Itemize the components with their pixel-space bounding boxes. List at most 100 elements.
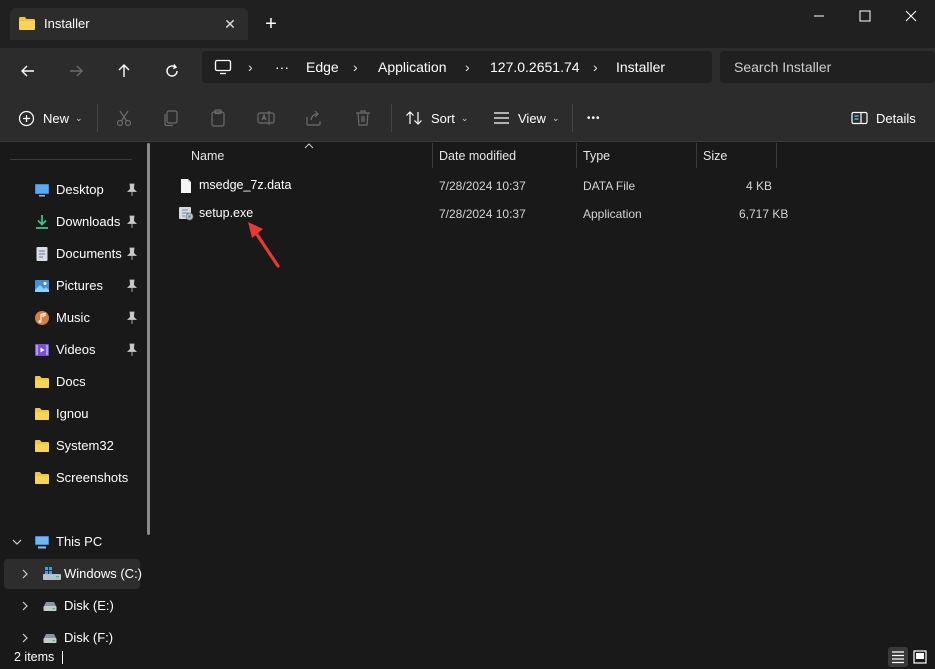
status-separator <box>62 651 63 664</box>
tab-installer[interactable]: Installer ✕ <box>10 8 248 40</box>
maximize-icon <box>859 10 871 22</box>
setup-exe-icon <box>179 207 194 221</box>
share-icon[interactable] <box>304 108 324 128</box>
search-input[interactable]: Search Installer <box>720 51 935 83</box>
refresh-button[interactable] <box>157 56 187 86</box>
view-button[interactable]: View ⌄ <box>493 106 560 130</box>
rename-icon[interactable] <box>256 108 276 128</box>
sidebar-item-label: Windows (C:) <box>64 566 143 581</box>
breadcrumb-separator: › <box>465 59 470 75</box>
sidebar-item-label: Disk (E:) <box>64 598 114 613</box>
toolbar-divider <box>572 104 573 132</box>
details-button[interactable]: Details <box>851 106 916 130</box>
forward-button[interactable] <box>61 56 91 86</box>
sidebar-item-label: This PC <box>56 534 103 549</box>
plus-circle-icon <box>18 110 35 126</box>
music-icon <box>35 311 49 325</box>
breadcrumb-installer[interactable]: Installer <box>616 59 665 75</box>
pin-icon <box>127 215 137 228</box>
chevron-down-icon[interactable] <box>12 536 22 548</box>
sidebar-item-label: Documents <box>56 246 122 261</box>
column-header-label: Date modified <box>439 149 517 163</box>
sort-button[interactable]: Sort ⌄ <box>405 106 468 130</box>
new-tab-button[interactable]: + <box>260 14 282 36</box>
sidebar-item-ignou[interactable]: Ignou <box>0 399 140 429</box>
close-icon <box>905 10 917 22</box>
maximize-button[interactable] <box>842 4 888 28</box>
file-row[interactable]: msedge_7z.data 7/28/2024 10:37 DATA File… <box>174 172 774 200</box>
sidebar-item-label: System32 <box>56 438 114 453</box>
chevron-right-icon[interactable] <box>20 568 30 580</box>
cut-icon[interactable] <box>114 108 134 128</box>
column-header-size[interactable]: Size <box>697 143 777 168</box>
breadcrumb-overflow[interactable]: ··· <box>275 59 289 75</box>
folder-icon <box>19 17 35 30</box>
paste-icon[interactable] <box>208 108 228 128</box>
sidebar-item-downloads[interactable]: Downloads <box>0 207 140 237</box>
pin-icon <box>127 247 137 260</box>
pin-icon <box>127 343 137 356</box>
file-name: setup.exe <box>199 206 254 220</box>
sidebar-scrollbar[interactable] <box>147 143 150 535</box>
sort-icon <box>406 111 422 125</box>
navigation-pane: Desktop Downloads Documents Pictures Mus… <box>0 143 158 646</box>
status-bar: 2 items <box>0 646 935 669</box>
file-size: 4 KB <box>746 179 773 193</box>
file-name: msedge_7z.data <box>199 178 292 192</box>
more-options-button[interactable]: ••• <box>587 106 601 130</box>
file-type: Application <box>583 207 642 221</box>
file-list: Name Date modified Type Size msedge_7z.d… <box>160 143 935 646</box>
search-placeholder: Search Installer <box>734 59 832 75</box>
chevron-down-icon: ⌄ <box>460 112 469 123</box>
forward-arrow-icon <box>70 65 83 77</box>
chevron-right-icon[interactable] <box>20 600 30 612</box>
folder-icon <box>35 440 49 452</box>
column-header-type[interactable]: Type <box>577 143 697 168</box>
chevron-down-icon: ⌄ <box>551 112 560 123</box>
new-button[interactable]: New ⌄ <box>18 106 83 130</box>
sidebar-item-videos[interactable]: Videos <box>0 335 140 365</box>
sidebar-item-desktop[interactable]: Desktop <box>0 175 140 205</box>
navigation-bar: › ··· Edge › Application › 127.0.2651.74… <box>0 48 935 94</box>
sidebar-item-pictures[interactable]: Pictures <box>0 271 140 301</box>
close-window-button[interactable] <box>888 4 934 28</box>
column-header-date[interactable]: Date modified <box>433 143 577 168</box>
back-button[interactable] <box>13 56 43 86</box>
file-date: 7/28/2024 10:37 <box>439 207 526 221</box>
sidebar-item-label: Pictures <box>56 278 103 293</box>
copy-icon[interactable] <box>161 108 181 128</box>
breadcrumb-version[interactable]: 127.0.2651.74 <box>490 59 580 75</box>
chevron-right-icon[interactable] <box>20 632 30 644</box>
chevron-down-icon: ⌄ <box>75 112 83 123</box>
sidebar-item-this-pc[interactable]: This PC <box>0 527 140 557</box>
column-header-name[interactable]: Name <box>185 143 433 168</box>
this-pc-icon <box>35 536 49 549</box>
sidebar-item-music[interactable]: Music <box>0 303 140 333</box>
sidebar-item-documents[interactable]: Documents <box>0 239 140 269</box>
tiles-view-button[interactable] <box>910 647 930 667</box>
drive-icon <box>43 634 57 643</box>
breadcrumb-edge[interactable]: Edge <box>306 59 339 75</box>
refresh-icon <box>166 64 178 77</box>
sidebar-item-windows-c[interactable]: Windows (C:) <box>4 559 143 589</box>
up-button[interactable] <box>109 56 139 86</box>
minimize-button[interactable] <box>796 4 842 28</box>
up-arrow-icon <box>118 64 130 77</box>
sidebar-item-label: Videos <box>56 342 96 357</box>
sidebar-item-screenshots[interactable]: Screenshots <box>0 463 140 493</box>
sidebar-item-docs[interactable]: Docs <box>0 367 140 397</box>
sidebar-item-disk-e[interactable]: Disk (E:) <box>0 591 140 621</box>
back-arrow-icon <box>21 65 34 77</box>
toolbar-divider <box>97 104 98 132</box>
sidebar-item-label: Screenshots <box>56 470 129 485</box>
sidebar-item-system32[interactable]: System32 <box>0 431 140 461</box>
tab-title: Installer <box>44 16 90 31</box>
delete-icon[interactable] <box>353 108 373 128</box>
sidebar-item-label: Ignou <box>56 406 89 421</box>
details-label: Details <box>876 110 916 126</box>
address-bar[interactable]: › ··· Edge › Application › 127.0.2651.74… <box>202 51 712 83</box>
folder-icon <box>35 376 49 388</box>
details-view-button[interactable] <box>888 647 908 667</box>
breadcrumb-application[interactable]: Application <box>378 59 447 75</box>
close-tab-button[interactable]: ✕ <box>220 14 240 34</box>
